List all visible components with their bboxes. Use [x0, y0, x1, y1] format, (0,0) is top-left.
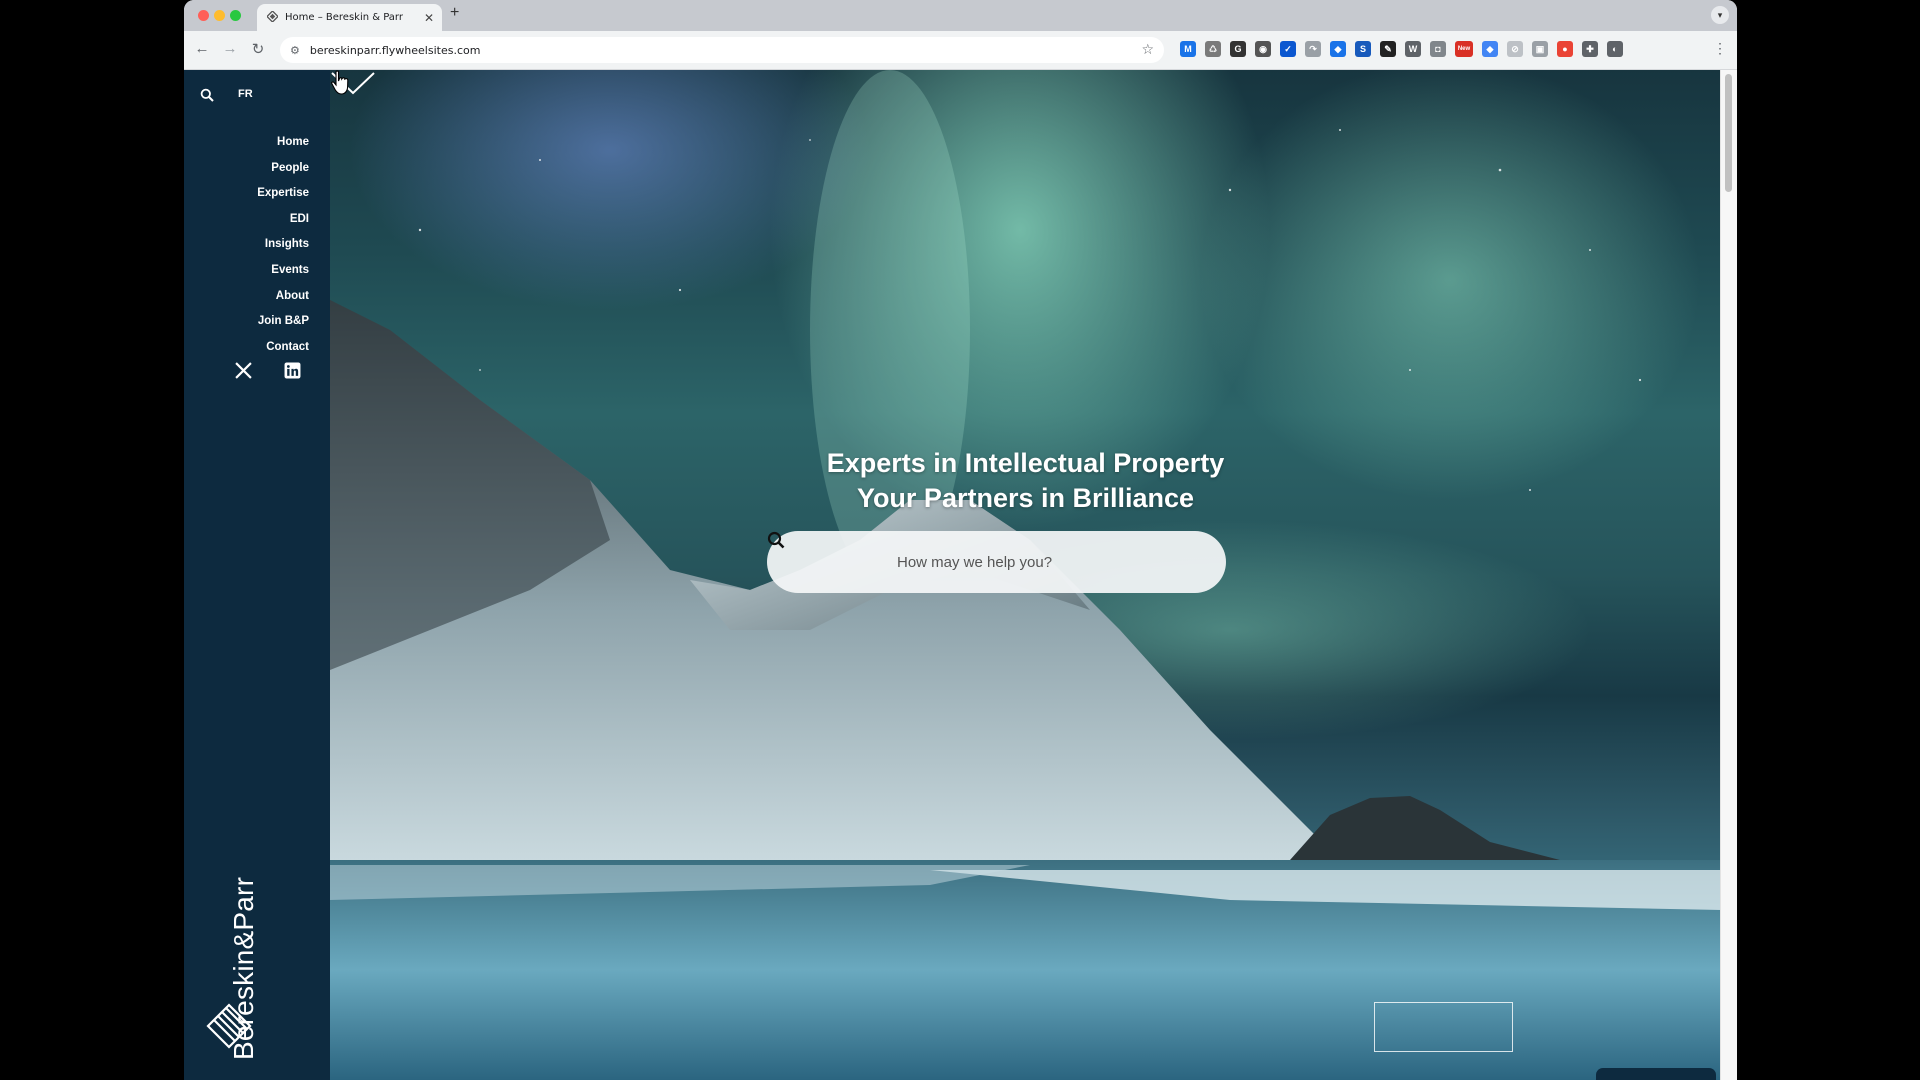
tab-search-icon[interactable]: ▾	[1711, 6, 1729, 24]
red-icon[interactable]: ●	[1557, 41, 1573, 57]
hero-search-input[interactable]	[895, 552, 1212, 572]
nav-contact[interactable]: Contact	[257, 335, 309, 361]
sidebar: FR Home People Expertise EDI Insights Events A…	[184, 70, 330, 1080]
url-text: bereskinparr.flywheelsites.com	[309, 43, 481, 57]
puzzle-icon[interactable]: ✚	[1582, 41, 1598, 57]
maximize-window-button[interactable]	[230, 10, 241, 21]
tab-home[interactable]: Home – Bereskin & Parr ✕	[257, 4, 442, 31]
curve-icon[interactable]: ↷	[1305, 41, 1321, 57]
page-scrollbar[interactable]	[1720, 70, 1737, 1080]
x-twitter-icon[interactable]	[235, 362, 252, 379]
search-icon[interactable]	[200, 88, 214, 102]
nav-insights[interactable]: Insights	[257, 232, 309, 258]
back-button[interactable]: ←	[192, 40, 212, 57]
s-icon[interactable]: S	[1355, 41, 1371, 57]
g-icon[interactable]: G	[1230, 41, 1246, 57]
forward-button[interactable]: →	[220, 40, 240, 57]
hand-cursor-icon	[331, 70, 349, 95]
nav-about[interactable]: About	[257, 284, 309, 310]
site-info-icon[interactable]: ⚙	[290, 44, 300, 57]
browser-toolbar: ← → ↻ ⚙ bereskinparr.flywheelsites.com ☆…	[184, 31, 1737, 70]
m-icon[interactable]: M	[1180, 41, 1196, 57]
outline-button[interactable]	[1374, 1002, 1513, 1052]
close-window-button[interactable]	[198, 10, 209, 21]
hero-section: Experts in Intellectual Property Your Pa…	[330, 70, 1721, 1080]
language-toggle[interactable]: FR	[238, 88, 253, 100]
record-icon[interactable]: ◉	[1255, 41, 1271, 57]
minimize-window-button[interactable]	[214, 10, 225, 21]
nav-events[interactable]: Events	[257, 258, 309, 284]
tag2-icon[interactable]: ◆	[1482, 41, 1498, 57]
reload-button[interactable]: ↻	[248, 40, 268, 58]
box-icon[interactable]: ▣	[1532, 41, 1548, 57]
nav-expertise[interactable]: Expertise	[257, 181, 309, 207]
wordpress-icon[interactable]: W	[1405, 41, 1421, 57]
search-submit-icon[interactable]	[767, 531, 785, 549]
browser-window: Home – Bereskin & Parr ✕ + ▾ ← → ↻ ⚙ ber…	[184, 0, 1737, 1080]
profile-icon[interactable]: ◐	[1607, 41, 1623, 57]
favicon-icon	[266, 9, 279, 25]
hero-headline-line-2: Your Partners in Brilliance	[856, 483, 1195, 513]
address-bar[interactable]: ⚙ bereskinparr.flywheelsites.com ☆	[280, 37, 1164, 63]
nav-home[interactable]: Home	[257, 130, 309, 156]
tab-strip: Home – Bereskin & Parr ✕ + ▾	[184, 0, 1737, 31]
bottom-widget[interactable]	[1596, 1068, 1716, 1080]
new-tab-button[interactable]: +	[450, 4, 459, 22]
brand-logo-icon[interactable]	[206, 1003, 252, 1049]
nav-edi[interactable]: EDI	[257, 207, 309, 233]
tag-icon[interactable]: ◆	[1330, 41, 1346, 57]
extensions-bar: M ♺ G ◉ ✓ ↷ ◆ S ✎ W ◘ New ◆ ⊘ ▣ ● ✚ ◐	[1180, 41, 1623, 57]
hero-search-box	[767, 531, 1226, 593]
recycle-icon[interactable]: ♺	[1205, 41, 1221, 57]
scrollbar-thumb[interactable]	[1725, 74, 1732, 192]
main-nav: Home People Expertise EDI Insights Events Abou…	[257, 130, 309, 360]
slash-icon[interactable]: ⊘	[1507, 41, 1523, 57]
tab-close-icon[interactable]: ✕	[424, 11, 434, 25]
linkedin-icon[interactable]	[284, 362, 301, 379]
browser-menu-icon[interactable]: ⋮	[1713, 40, 1727, 57]
web-page: FR Home People Expertise EDI Insights Events A…	[184, 70, 1721, 1080]
hero-headline-line-1: Experts in Intellectual Property	[826, 448, 1225, 478]
nav-people[interactable]: People	[257, 156, 309, 182]
pen-icon[interactable]: ✎	[1380, 41, 1396, 57]
tab-title: Home – Bereskin & Parr	[285, 12, 403, 23]
nav-join-b-p[interactable]: Join B&P	[257, 309, 309, 335]
check-icon[interactable]: ✓	[1280, 41, 1296, 57]
camera-icon[interactable]: ◘	[1430, 41, 1446, 57]
bookmark-star-icon[interactable]: ☆	[1141, 42, 1154, 58]
new-badge-icon[interactable]: New	[1455, 41, 1473, 57]
